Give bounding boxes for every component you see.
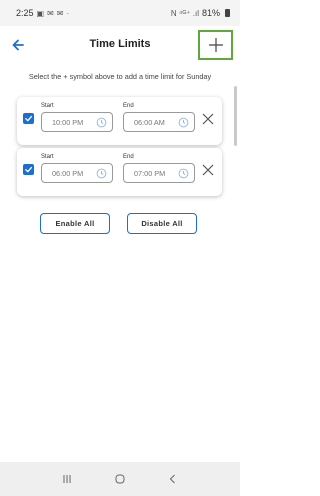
- start-time-field[interactable]: 06:00 PM: [41, 163, 113, 183]
- signal-icon: N ⁴ᴳ⁺ .ıl: [170, 8, 199, 18]
- clock-icon: [178, 168, 189, 179]
- end-time-field[interactable]: 06:00 AM: [123, 112, 195, 132]
- time-limit-checkbox[interactable]: [23, 113, 34, 124]
- end-time-field[interactable]: 07:00 PM: [123, 163, 195, 183]
- clock-icon: [178, 117, 189, 128]
- enable-all-button[interactable]: Enable All: [40, 213, 110, 234]
- dot-icon: ·: [66, 8, 70, 18]
- message-icon: ✉: [47, 8, 54, 18]
- start-time-value: 06:00 PM: [52, 168, 84, 178]
- clock-icon: [96, 117, 107, 128]
- home-icon: [115, 474, 125, 484]
- recent-apps-icon: [63, 475, 71, 483]
- status-bar: 2:25 ▣ ✉ ✉ · N ⁴ᴳ⁺ .ıl 81%: [0, 0, 240, 26]
- system-back-button[interactable]: [163, 472, 183, 486]
- start-time-field[interactable]: 10:00 PM: [41, 112, 113, 132]
- home-button[interactable]: [110, 472, 130, 486]
- close-icon[interactable]: [201, 163, 215, 177]
- instruction-text: Select the + symbol above to add a time …: [28, 72, 212, 81]
- status-time: 2:25: [16, 8, 34, 18]
- battery-icon: [225, 9, 230, 17]
- status-left: 2:25 ▣ ✉ ✉ ·: [16, 8, 69, 18]
- battery-percent: 81%: [201, 8, 220, 18]
- time-limit-checkbox[interactable]: [23, 164, 34, 175]
- clock-icon: [96, 168, 107, 179]
- gallery-icon: ▣: [36, 8, 45, 18]
- recent-apps-button[interactable]: [57, 472, 77, 486]
- time-limit-card: Start End 06:00 PM 07:00 PM: [17, 148, 222, 196]
- end-label: End: [123, 154, 134, 160]
- status-right: N ⁴ᴳ⁺ .ıl 81%: [171, 8, 230, 18]
- system-nav-bar: [0, 462, 240, 496]
- end-label: End: [123, 103, 134, 109]
- scrollbar[interactable]: [234, 86, 237, 146]
- back-icon: [170, 474, 176, 484]
- end-time-value: 07:00 PM: [134, 168, 166, 178]
- disable-all-button[interactable]: Disable All: [127, 213, 197, 234]
- start-label: Start: [41, 103, 54, 109]
- check-icon: [25, 115, 33, 122]
- start-label: Start: [41, 154, 54, 160]
- add-time-limit-button[interactable]: [198, 30, 233, 60]
- start-time-value: 10:00 PM: [52, 117, 84, 127]
- check-icon: [25, 166, 33, 173]
- close-icon[interactable]: [201, 112, 215, 126]
- plus-icon: [208, 38, 223, 52]
- end-time-value: 06:00 AM: [134, 117, 165, 127]
- message-icon: ✉: [56, 8, 64, 18]
- header: Time Limits: [0, 26, 240, 64]
- time-limit-card: Start End 10:00 PM 06:00 AM: [17, 97, 222, 145]
